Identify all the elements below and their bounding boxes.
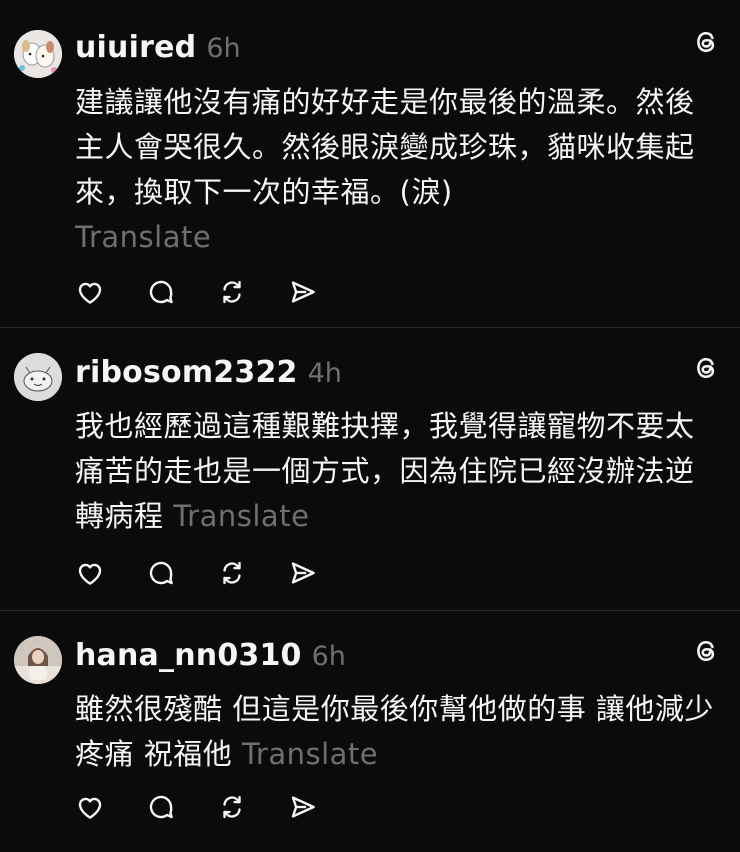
- timestamp: 6h: [206, 33, 241, 64]
- heart-icon[interactable]: [74, 276, 106, 308]
- post-body: 我也經歷過這種艱難抉擇，我覺得讓寵物不要太痛苦的走也是一個方式，因為住院已經沒辦…: [75, 404, 720, 539]
- post-body: 建議讓他沒有痛的好好走是你最後的溫柔。然後主人會哭很久。然後眼淚變成珍珠，貓咪收…: [75, 80, 720, 260]
- avatar-photo-image: [14, 636, 62, 684]
- action-bar: [74, 791, 358, 823]
- action-bar: [74, 557, 358, 589]
- reply-post: ribosom2322 4h 我也經歷過這種艱難抉擇，我覺得讓寵物不要太痛苦的走…: [0, 328, 740, 611]
- avatar[interactable]: [14, 636, 62, 684]
- avatar[interactable]: [14, 353, 62, 401]
- threads-icon[interactable]: [692, 354, 720, 382]
- username[interactable]: uiuired: [75, 30, 196, 65]
- reply-post: uiuired 6h 建議讓他沒有痛的好好走是你最後的溫柔。然後主人會哭很久。然…: [0, 0, 740, 328]
- repost-icon[interactable]: [216, 276, 248, 308]
- timestamp: 4h: [307, 358, 342, 389]
- username[interactable]: hana_nn0310: [75, 638, 302, 673]
- avatar-sketch-image: [14, 353, 62, 401]
- timestamp: 6h: [311, 641, 346, 672]
- post-header: hana_nn0310 6h: [75, 638, 346, 673]
- reply-post: hana_nn0310 6h 雖然很殘酷 但這是你最後你幫他做的事 讓他減少疼痛…: [0, 611, 740, 852]
- share-icon[interactable]: [287, 557, 319, 589]
- comment-icon[interactable]: [145, 791, 177, 823]
- translate-link[interactable]: Translate: [173, 499, 309, 533]
- translate-link[interactable]: Translate: [242, 737, 378, 771]
- repost-icon[interactable]: [216, 557, 248, 589]
- comment-icon[interactable]: [145, 276, 177, 308]
- repost-icon[interactable]: [216, 791, 248, 823]
- avatar-cartoon-image: [14, 30, 62, 78]
- username[interactable]: ribosom2322: [75, 355, 298, 390]
- threads-icon[interactable]: [692, 28, 720, 56]
- post-body: 雖然很殘酷 但這是你最後你幫他做的事 讓他減少疼痛 祝福他 Translate: [75, 687, 720, 777]
- post-text: 雖然很殘酷 但這是你最後你幫他做的事 讓他減少疼痛 祝福他: [75, 692, 714, 771]
- translate-link[interactable]: Translate: [75, 220, 211, 254]
- action-bar: [74, 276, 358, 308]
- share-icon[interactable]: [287, 791, 319, 823]
- post-text: 建議讓他沒有痛的好好走是你最後的溫柔。然後主人會哭很久。然後眼淚變成珍珠，貓咪收…: [75, 85, 695, 209]
- post-header: ribosom2322 4h: [75, 355, 342, 390]
- share-icon[interactable]: [287, 276, 319, 308]
- threads-icon[interactable]: [692, 637, 720, 665]
- post-header: uiuired 6h: [75, 30, 241, 65]
- replies-feed: uiuired 6h 建議讓他沒有痛的好好走是你最後的溫柔。然後主人會哭很久。然…: [0, 0, 740, 852]
- heart-icon[interactable]: [74, 557, 106, 589]
- heart-icon[interactable]: [74, 791, 106, 823]
- post-text: 我也經歷過這種艱難抉擇，我覺得讓寵物不要太痛苦的走也是一個方式，因為住院已經沒辦…: [75, 409, 695, 533]
- avatar[interactable]: [14, 30, 62, 78]
- comment-icon[interactable]: [145, 557, 177, 589]
